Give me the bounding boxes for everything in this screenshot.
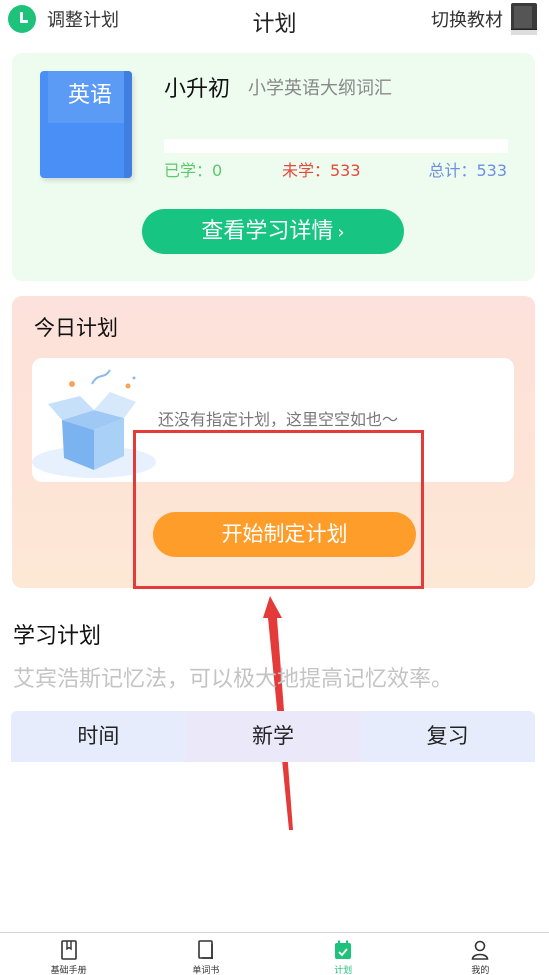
unlearned-count: 未学：533 xyxy=(282,161,361,180)
handbook-icon xyxy=(60,940,77,960)
nav-item-plan[interactable]: 计划 xyxy=(275,933,412,975)
nav-label-profile: 我的 xyxy=(471,966,490,975)
wordbook-icon xyxy=(198,940,213,959)
calendar-icon xyxy=(335,940,352,959)
chevron-right-icon: › xyxy=(337,222,345,243)
study-plan-description: 艾宾浩斯记忆法，可以极大地提高记忆效率。 xyxy=(13,667,454,692)
nav-label-handbook: 基础手册 xyxy=(50,966,87,975)
view-details-button[interactable]: 查看学习详情 › xyxy=(142,209,404,254)
column-review: 复习 xyxy=(360,711,535,762)
total-count: 总计：533 xyxy=(428,161,507,180)
nav-item-profile[interactable]: 我的 xyxy=(412,933,549,975)
book-cover[interactable]: 英语 xyxy=(40,71,132,178)
book-cover-title: 英语 xyxy=(67,83,112,108)
highlight-box xyxy=(133,430,424,589)
today-plan-title: 今日计划 xyxy=(34,316,118,340)
view-details-label: 查看学习详情 xyxy=(201,219,334,244)
nav-item-handbook[interactable]: 基础手册 xyxy=(0,933,137,975)
profile-icon xyxy=(472,940,489,960)
book-icon xyxy=(511,3,537,35)
switch-textbook-label: 切换教材 xyxy=(431,10,503,31)
book-vocab-name: 小学英语大纲词汇 xyxy=(248,78,392,99)
study-plan-title: 学习计划 xyxy=(13,624,102,649)
column-time: 时间 xyxy=(11,711,186,762)
learned-count: 已学：0 xyxy=(164,161,223,180)
column-new: 新学 xyxy=(185,711,361,762)
bottom-nav: 基础手册 单词书 计划 我的 xyxy=(0,932,549,975)
nav-label-wordbook: 单词书 xyxy=(192,966,220,975)
current-book-card: 英语 小升初 小学英语大纲词汇 已学：0 未学：533 总计：533 查看学习详… xyxy=(12,53,535,281)
empty-plan-text: 还没有指定计划，这里空空如也～ xyxy=(158,410,399,429)
nav-label-plan: 计划 xyxy=(334,966,353,975)
nav-item-wordbook[interactable]: 单词书 xyxy=(137,933,274,975)
plan-table-header: 时间 新学 复习 xyxy=(11,711,535,762)
switch-textbook-button[interactable]: 切换教材 xyxy=(431,3,537,35)
top-bar: 调整计划 计划 切换教材 xyxy=(0,0,549,40)
learning-progress-bar xyxy=(164,139,508,153)
book-grade: 小升初 xyxy=(164,77,231,102)
